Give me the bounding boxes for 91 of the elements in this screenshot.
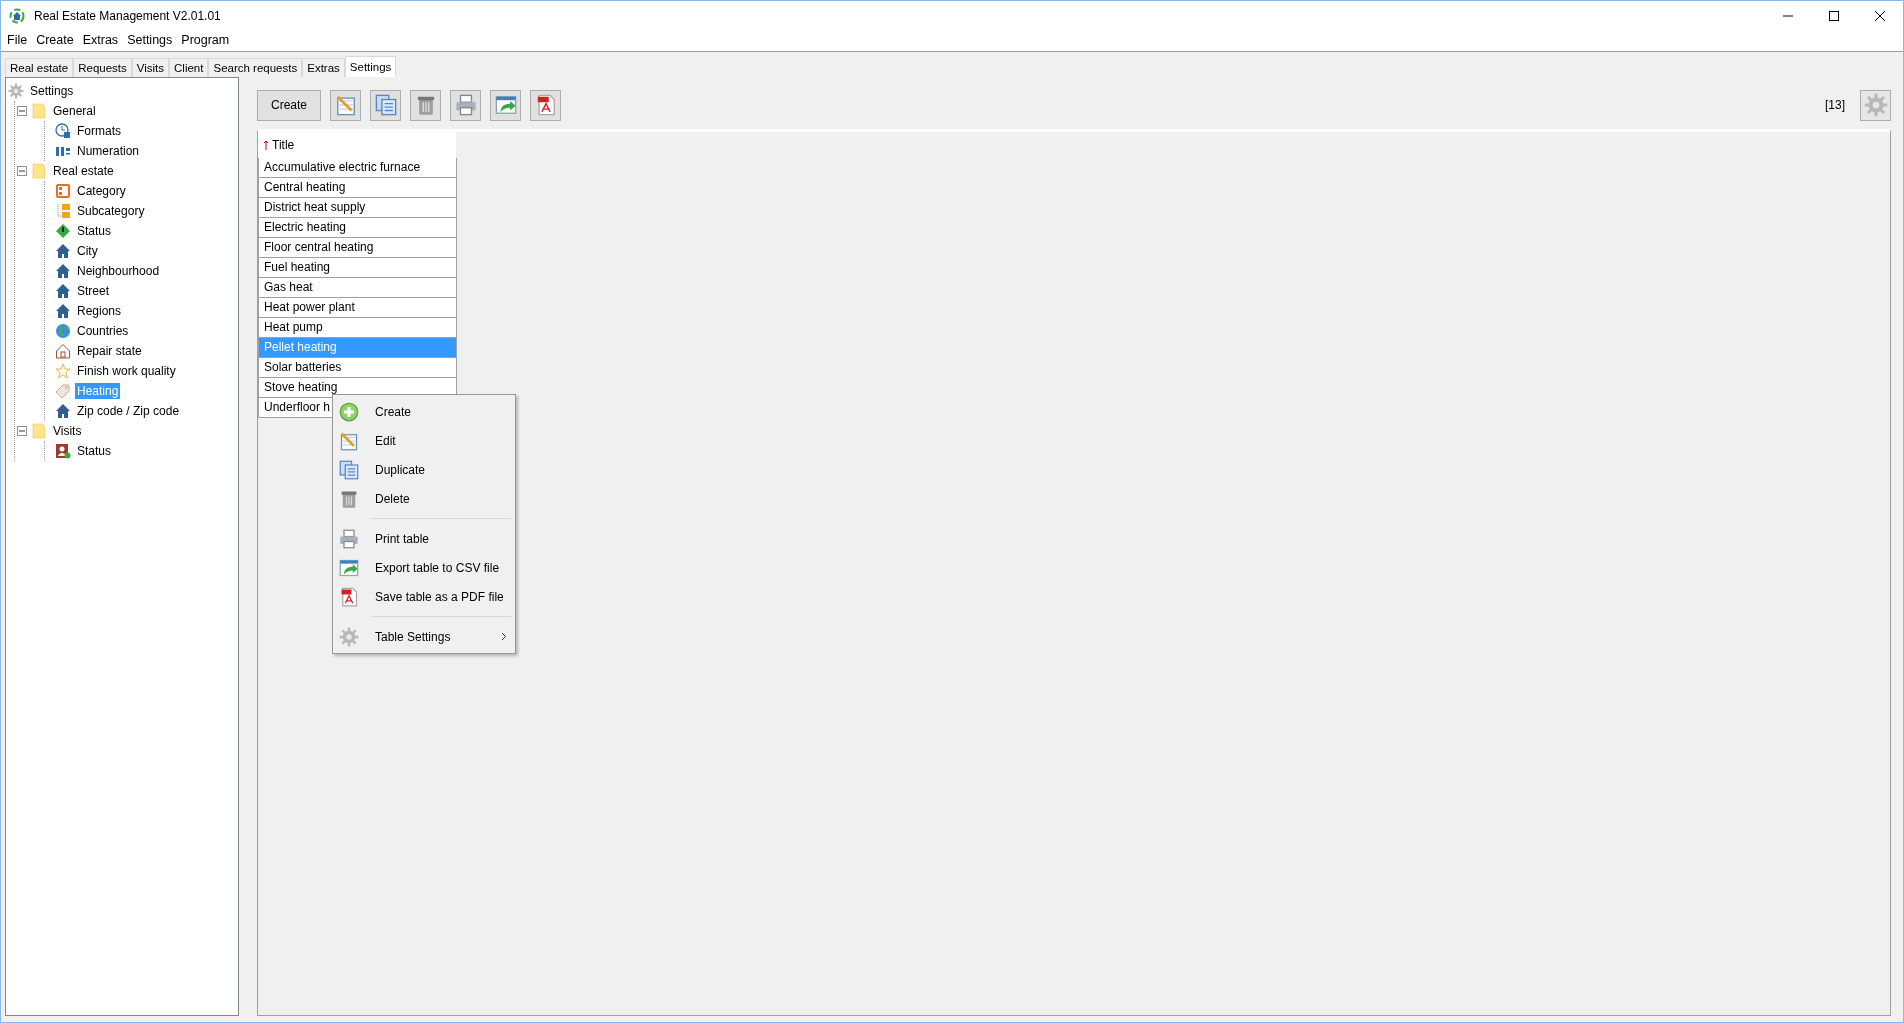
tree-item[interactable]: Status xyxy=(75,443,114,459)
printer-icon xyxy=(454,94,477,116)
house-icon xyxy=(55,403,71,419)
folder-icon xyxy=(31,163,47,179)
tab[interactable]: Settings xyxy=(344,56,397,77)
record-count: [13] xyxy=(1825,98,1845,112)
tree-item[interactable]: Formats xyxy=(75,123,123,139)
star-icon xyxy=(55,363,71,379)
menu-item[interactable]: Create xyxy=(36,33,74,47)
table-cell[interactable]: Fuel heating xyxy=(258,258,457,278)
gear-icon xyxy=(8,83,24,99)
house-icon xyxy=(55,303,71,319)
table-cell[interactable]: Accumulative electric furnace xyxy=(258,158,457,178)
tree-item[interactable]: Repair state xyxy=(75,343,144,359)
pencil-notepad-icon xyxy=(339,430,359,451)
context-menu-item[interactable]: Save table as a PDF file xyxy=(333,582,515,611)
toolbar-button[interactable] xyxy=(450,89,481,121)
globe-icon xyxy=(55,323,71,339)
tree-item[interactable]: Countries xyxy=(75,323,131,339)
table-cell[interactable]: District heat supply xyxy=(258,198,457,218)
folders-icon xyxy=(55,203,71,219)
tab[interactable]: Real estate xyxy=(5,58,74,77)
table-settings-button[interactable] xyxy=(1860,89,1891,121)
table-cell[interactable]: Heat pump xyxy=(258,318,457,338)
create-button[interactable]: Create xyxy=(257,89,321,121)
house-icon xyxy=(55,263,71,279)
category-icon xyxy=(55,183,71,199)
menu-item[interactable]: Program xyxy=(181,33,230,47)
tab[interactable]: Extras xyxy=(302,58,345,77)
collapse-icon[interactable] xyxy=(17,426,27,436)
menu-item[interactable]: Extras xyxy=(82,33,119,47)
house-icon xyxy=(55,283,71,299)
context-menu-item[interactable]: Export table to CSV file xyxy=(333,553,515,582)
context-menu-item[interactable]: Create xyxy=(333,397,515,426)
menu-item[interactable]: File xyxy=(7,33,28,47)
tree-item[interactable]: General xyxy=(51,103,98,119)
house-icon xyxy=(55,243,71,259)
table-cell[interactable]: Floor central heating xyxy=(258,238,457,258)
tree-item[interactable]: Subcategory xyxy=(75,203,147,219)
toolbar-button[interactable] xyxy=(330,89,361,121)
clock-icon xyxy=(55,123,71,139)
tab[interactable]: Search requests xyxy=(208,58,303,77)
pdf-document-icon xyxy=(339,586,359,607)
tree-item[interactable]: Neighbourhood xyxy=(75,263,162,279)
app-logo-icon xyxy=(9,8,25,24)
house-outline-icon xyxy=(55,343,71,359)
toolbar-button[interactable] xyxy=(410,89,441,121)
printer-icon xyxy=(339,528,359,549)
menu-item[interactable]: Settings xyxy=(127,33,173,47)
toolbar-button[interactable] xyxy=(370,89,401,121)
table-cell[interactable]: Solar batteries xyxy=(258,358,457,378)
table-cell[interactable]: Central heating xyxy=(258,178,457,198)
context-menu-item[interactable]: Duplicate xyxy=(333,455,515,484)
table-cell[interactable]: Heat power plant xyxy=(258,298,457,318)
tree-item[interactable]: Numeration xyxy=(75,143,142,159)
tab[interactable]: Visits xyxy=(131,58,170,77)
tag-icon xyxy=(55,383,71,399)
tab[interactable]: Requests xyxy=(73,58,132,77)
collapse-icon[interactable] xyxy=(17,106,27,116)
table-cell[interactable]: Electric heating xyxy=(258,218,457,238)
collapse-icon[interactable] xyxy=(17,166,27,176)
tree-item[interactable]: Street xyxy=(75,283,111,299)
context-menu-item[interactable]: Table Settings xyxy=(333,622,515,651)
person-card-icon xyxy=(55,443,71,459)
window-title: Real Estate Management V2.01.01 xyxy=(34,9,221,23)
gear-icon xyxy=(339,626,359,647)
toolbar-button[interactable] xyxy=(490,89,521,121)
folder-icon xyxy=(31,103,47,119)
folder-icon xyxy=(31,423,47,439)
tree-item[interactable]: Real estate xyxy=(51,163,116,179)
column-header[interactable]: Title xyxy=(258,132,457,158)
context-menu-item[interactable]: Delete xyxy=(333,484,515,513)
tab[interactable]: Client xyxy=(169,58,209,77)
documents-icon xyxy=(374,94,397,116)
table-cell[interactable]: Gas heat xyxy=(258,278,457,298)
tree-item[interactable]: Zip code / Zip code xyxy=(75,403,182,419)
pencil-notepad-icon xyxy=(334,94,357,116)
tree-item[interactable]: Category xyxy=(75,183,128,199)
context-menu-item[interactable]: Edit xyxy=(333,426,515,455)
toolbar-button[interactable] xyxy=(530,89,561,121)
tree-item[interactable]: City xyxy=(75,243,100,259)
tree-item[interactable]: Settings xyxy=(28,83,76,99)
tree-item[interactable]: Regions xyxy=(75,303,124,319)
tree-item[interactable]: Finish work quality xyxy=(75,363,178,379)
documents-icon xyxy=(339,459,359,480)
plus-circle-icon xyxy=(339,401,359,422)
tree-item[interactable]: Status xyxy=(75,223,114,239)
context-menu-item[interactable]: Print table xyxy=(333,524,515,553)
diamond-icon xyxy=(55,223,71,239)
gear-icon xyxy=(1863,93,1888,117)
tree-item[interactable]: Visits xyxy=(51,423,84,439)
